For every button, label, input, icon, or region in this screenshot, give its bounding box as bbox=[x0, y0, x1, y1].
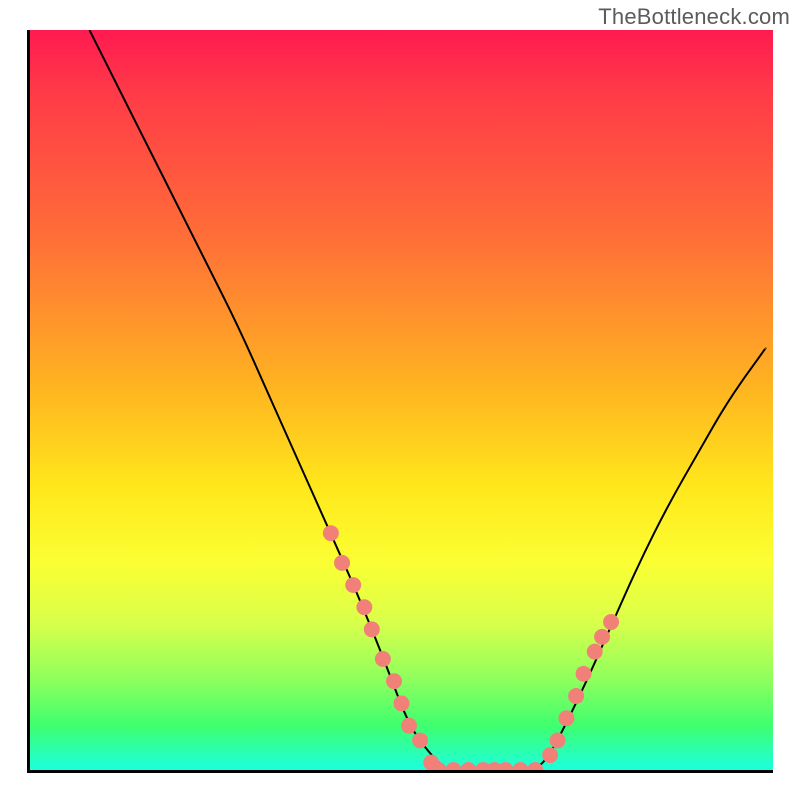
highlight-dot bbox=[558, 710, 574, 726]
highlight-dot bbox=[460, 762, 476, 770]
highlight-dot bbox=[542, 747, 558, 763]
chart-frame: TheBottleneck.com bbox=[0, 0, 800, 800]
chart-svg bbox=[30, 30, 773, 770]
highlight-dots bbox=[323, 525, 619, 770]
highlight-dot bbox=[446, 762, 462, 770]
highlight-dot bbox=[603, 614, 619, 630]
highlight-dot bbox=[345, 577, 361, 593]
highlight-dot bbox=[550, 732, 566, 748]
highlight-dot bbox=[386, 673, 402, 689]
highlight-dot bbox=[394, 695, 410, 711]
bottleneck-curve bbox=[89, 30, 765, 770]
highlight-dot bbox=[568, 688, 584, 704]
highlight-dot bbox=[356, 599, 372, 615]
plot-area bbox=[27, 30, 773, 773]
highlight-dot bbox=[576, 666, 592, 682]
highlight-dot bbox=[587, 644, 603, 660]
attribution-text: TheBottleneck.com bbox=[598, 4, 790, 30]
highlight-dot bbox=[512, 762, 528, 770]
highlight-dot bbox=[375, 651, 391, 667]
highlight-dot bbox=[364, 621, 380, 637]
highlight-dot bbox=[412, 732, 428, 748]
highlight-dot bbox=[498, 762, 514, 770]
highlight-dot bbox=[401, 718, 417, 734]
highlight-dot bbox=[323, 525, 339, 541]
highlight-dot bbox=[594, 629, 610, 645]
highlight-dot bbox=[334, 555, 350, 571]
